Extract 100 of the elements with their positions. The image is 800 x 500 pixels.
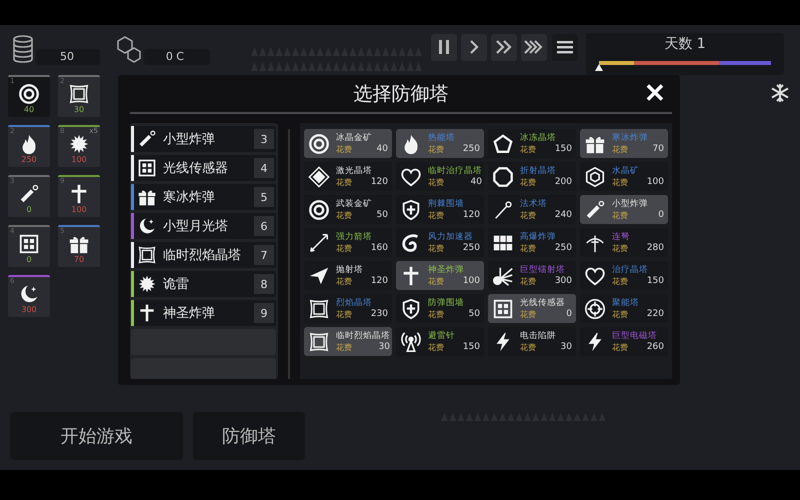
cost-label: 花费 bbox=[336, 308, 352, 320]
tower-name: 防弹围墙 bbox=[428, 298, 465, 308]
tower-name: 冰晶金矿 bbox=[336, 132, 373, 144]
tower-card[interactable]: 寒冰炸弹 花费 70 bbox=[580, 129, 668, 158]
tower-card[interactable]: 法术塔 花费 240 bbox=[488, 195, 576, 224]
gem-icon bbox=[584, 166, 606, 188]
pentagon-icon bbox=[492, 132, 514, 154]
tower-name: 巨型电磁塔 bbox=[612, 330, 658, 342]
ring-icon bbox=[308, 198, 330, 220]
tower-card[interactable]: 水晶矿 花费 100 bbox=[580, 162, 668, 191]
cost-value: 70 bbox=[652, 144, 664, 154]
selected-tower-item[interactable]: 神圣炸弹 9 bbox=[131, 300, 276, 326]
play-button[interactable] bbox=[461, 34, 487, 60]
tower-card[interactable]: 冰冻晶塔 花费 150 bbox=[488, 129, 576, 158]
tower-card[interactable]: 强力箭塔 花费 160 bbox=[304, 228, 392, 257]
heart-icon bbox=[400, 166, 422, 188]
ring-icon bbox=[18, 82, 40, 104]
cost-value: 160 bbox=[370, 242, 388, 254]
tower-name: 折射晶塔 bbox=[520, 166, 557, 176]
cost-label: 花费 bbox=[520, 176, 536, 188]
tower-card[interactable]: 激光晶塔 花费 120 bbox=[304, 162, 392, 191]
frame-icon bbox=[137, 245, 157, 265]
cost-label: 花费 bbox=[428, 276, 444, 286]
tower-name: 诡雷 bbox=[163, 276, 190, 293]
menu-icon bbox=[557, 40, 573, 54]
cost-value: 30 bbox=[378, 342, 390, 352]
tower-card[interactable]: 高爆炸弹 花费 250 bbox=[488, 228, 576, 257]
tower-card[interactable]: 烈焰晶塔 花费 230 bbox=[304, 294, 392, 323]
tower-card[interactable]: 治疗晶塔 花费 150 bbox=[580, 261, 668, 290]
hotkey-label: 7 bbox=[254, 245, 274, 265]
tower-card[interactable]: 临时烈焰晶塔 花费 30 bbox=[304, 327, 392, 356]
tower-card[interactable]: 冰晶金矿 花费 40 bbox=[304, 129, 392, 158]
tower-name: 光线传感器 bbox=[520, 298, 566, 308]
cost-label: 花费 bbox=[336, 342, 352, 352]
slot-cost: 100 bbox=[71, 204, 87, 214]
tower-name: 高爆炸弹 bbox=[520, 232, 557, 242]
menu-button[interactable]: 防御塔 bbox=[193, 412, 305, 460]
tower-card[interactable]: 神圣炸弹 花费 100 bbox=[396, 261, 484, 290]
frame-icon bbox=[308, 298, 330, 320]
cost-label: 花费 bbox=[520, 210, 536, 220]
arrow-icon bbox=[308, 232, 330, 254]
shield-icon bbox=[400, 198, 422, 220]
tower-card[interactable]: 武装金矿 花费 50 bbox=[304, 195, 392, 224]
close-button[interactable]: ✕ bbox=[644, 79, 666, 107]
tower-card[interactable]: 巨型镭射塔 花费 300 bbox=[488, 261, 576, 290]
selected-tower-item[interactable]: 小型月光塔 6 bbox=[131, 213, 276, 239]
cost-label: 花费 bbox=[520, 242, 536, 254]
tower-name: 避雷针 bbox=[428, 330, 456, 342]
selected-tower-item[interactable]: 光线传感器 4 bbox=[131, 155, 276, 181]
cost-value: 220 bbox=[646, 308, 664, 320]
pause-button[interactable] bbox=[431, 34, 457, 60]
tower-card[interactable]: 电击陷阱 花费 30 bbox=[488, 327, 576, 356]
tower-card[interactable]: 巨型电磁塔 花费 260 bbox=[580, 327, 668, 356]
tower-name: 法术塔 bbox=[520, 198, 548, 210]
tower-name: 治疗晶塔 bbox=[612, 264, 649, 276]
cost-value: 300 bbox=[554, 276, 572, 286]
tower-card[interactable]: 防弹围墙 花费 50 bbox=[396, 294, 484, 323]
cost-value: 40 bbox=[376, 144, 388, 154]
tower-name: 神圣炸弹 bbox=[163, 305, 216, 322]
selected-tower-item[interactable]: 临时烈焰晶塔 7 bbox=[131, 242, 276, 268]
selected-tower-item[interactable]: 寒冰炸弹 5 bbox=[131, 184, 276, 210]
selected-tower-item[interactable]: 小型炸弹 3 bbox=[131, 126, 276, 152]
selected-tower-item[interactable]: 诡雷 8 bbox=[131, 271, 276, 297]
fastest-button[interactable] bbox=[521, 34, 547, 60]
tower-name: 武装金矿 bbox=[336, 198, 373, 210]
tower-card[interactable]: 风力加速器 花费 250 bbox=[396, 228, 484, 257]
cost-value: 240 bbox=[554, 210, 572, 220]
tower-card[interactable]: 荆棘围墙 花费 120 bbox=[396, 195, 484, 224]
wand-icon bbox=[492, 198, 514, 220]
tower-card[interactable]: 小型炸弹 花费 0 bbox=[580, 195, 668, 224]
hotkey-label: 9 bbox=[254, 303, 274, 323]
snowflake-icon[interactable] bbox=[770, 83, 790, 103]
hotkey-label: 4 bbox=[254, 158, 274, 178]
tower-card[interactable]: 热能塔 花费 250 bbox=[396, 129, 484, 158]
tower-name: 冰冻晶塔 bbox=[520, 132, 557, 144]
crystal-count: 0 C bbox=[144, 49, 210, 65]
tower-name: 风力加速器 bbox=[428, 232, 474, 242]
cost-value: 230 bbox=[370, 308, 388, 320]
tower-card[interactable]: 连弩 花费 280 bbox=[580, 228, 668, 257]
menu-button[interactable] bbox=[552, 34, 578, 60]
tower-card[interactable]: 折射晶塔 花费 200 bbox=[488, 162, 576, 191]
tower-card[interactable]: 临时治疗晶塔 花费 40 bbox=[396, 162, 484, 191]
cost-value: 280 bbox=[646, 242, 664, 254]
tower-name: 连弩 bbox=[612, 232, 631, 242]
tower-name: 小型炸弹 bbox=[612, 198, 649, 210]
fast-forward-button[interactable] bbox=[491, 34, 517, 60]
menu-button[interactable]: 开始游戏 bbox=[10, 412, 183, 460]
tower-card[interactable]: 聚能塔 花费 220 bbox=[580, 294, 668, 323]
tower-card[interactable]: 抛射塔 花费 120 bbox=[304, 261, 392, 290]
burst-icon bbox=[68, 132, 90, 154]
cost-value: 50 bbox=[468, 308, 480, 320]
tower-card[interactable]: 光线传感器 花费 0 bbox=[488, 294, 576, 323]
tower-name: 烈焰晶塔 bbox=[336, 298, 373, 308]
tower-card[interactable]: 避雷针 花费 150 bbox=[396, 327, 484, 356]
tower-name: 神圣炸弹 bbox=[428, 264, 465, 276]
cost-label: 花费 bbox=[520, 342, 536, 352]
cost-label: 花费 bbox=[336, 276, 352, 286]
burst-icon bbox=[137, 274, 157, 294]
triple-chevron-icon bbox=[524, 39, 544, 55]
cost-label: 花费 bbox=[520, 144, 536, 154]
